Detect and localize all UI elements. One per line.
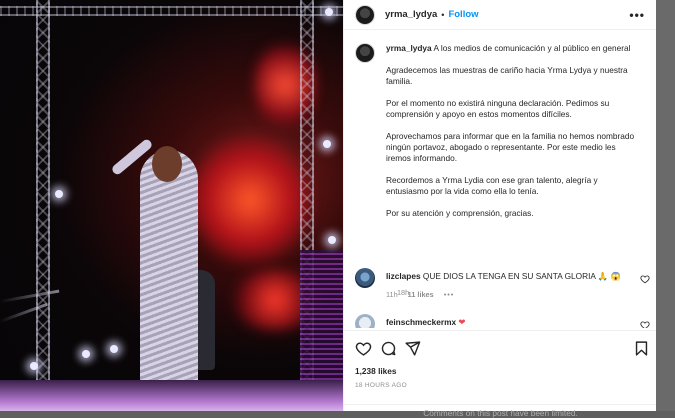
- caption-paragraph: Por su atención y comprensión, gracias.: [386, 208, 534, 218]
- post-header: yrma_lydya • Follow •••: [344, 0, 657, 30]
- caption-paragraph: Aprovechamos para informar que en la fam…: [386, 131, 635, 163]
- comment-text: feinschmeckermx ❤: [386, 317, 465, 327]
- caption-line: A los medios de comunicación y al públic…: [433, 43, 631, 53]
- follow-button[interactable]: Follow: [448, 9, 478, 20]
- avatar[interactable]: [355, 4, 375, 25]
- comment-likes[interactable]: 11 likes: [408, 290, 434, 299]
- heart-icon[interactable]: [640, 274, 650, 284]
- stage-flame-graphic: [190, 130, 310, 270]
- post-photo[interactable]: [0, 0, 343, 411]
- separator-dot: •: [441, 9, 445, 20]
- caption-avatar[interactable]: [355, 43, 375, 63]
- post-side-panel: yrma_lydya • Follow ••• yrma_lydya A los…: [343, 0, 657, 418]
- comment-body: QUE DIOS LA TENGA EN SU SANTA GLORIA 🙏 😱: [422, 271, 621, 281]
- caption-paragraph: Por el momento no existirá ninguna decla…: [386, 98, 610, 119]
- stage-truss-bar: [0, 6, 343, 16]
- avatar[interactable]: [355, 314, 375, 328]
- bookmark-icon[interactable]: [633, 340, 650, 357]
- stage-light: [325, 8, 333, 16]
- light-beam: [0, 289, 60, 303]
- heart-icon[interactable]: [640, 320, 650, 328]
- instagram-post-window: yrma_lydya • Follow ••• yrma_lydya A los…: [0, 0, 675, 418]
- comments-limited-notice: Comments on this post have been limited.: [344, 404, 657, 418]
- share-icon[interactable]: [404, 340, 421, 357]
- comment-username[interactable]: feinschmeckermx: [386, 317, 456, 327]
- header-username[interactable]: yrma_lydya: [385, 9, 437, 20]
- comment-meta: 11h 11 likes •••: [386, 290, 462, 299]
- post-timestamp[interactable]: 18 HOURS AGO: [355, 382, 407, 389]
- stage-light: [323, 140, 331, 148]
- caption-paragraph: yrma_lydya A los medios de comunicación …: [386, 43, 638, 54]
- comment-item: feinschmeckermx ❤: [355, 314, 650, 328]
- led-wall: [300, 250, 343, 400]
- stage-light: [55, 190, 63, 198]
- caption-paragraph: Recordemos a Yrma Lydia con ese gran tal…: [386, 175, 598, 196]
- stage-truss: [36, 0, 50, 411]
- likes-count[interactable]: 1,238 likes: [355, 366, 397, 376]
- comment-time[interactable]: 11h: [386, 290, 398, 299]
- comment-more-icon[interactable]: •••: [444, 290, 455, 299]
- comment-username[interactable]: lizclapes: [386, 271, 421, 281]
- stage-floor: [0, 380, 343, 411]
- heart-icon[interactable]: [355, 340, 372, 357]
- caption-paragraph: Agradecemos las muestras de cariño hacia…: [386, 65, 628, 86]
- comment-body: ❤: [458, 317, 466, 327]
- more-icon[interactable]: •••: [629, 8, 645, 22]
- stage-light: [82, 350, 90, 358]
- window-gutter: [656, 0, 675, 411]
- comment-icon[interactable]: [380, 340, 397, 357]
- singer-head: [152, 146, 182, 182]
- caption-username[interactable]: yrma_lydya: [386, 43, 432, 53]
- caption-text: yrma_lydya A los medios de comunicación …: [386, 43, 638, 230]
- post-actions: 1,238 likes 18 HOURS AGO Comments on thi…: [344, 330, 657, 418]
- singer-figure: [140, 150, 198, 400]
- stage-light: [30, 362, 38, 370]
- avatar[interactable]: [355, 268, 375, 288]
- comment-text: lizclapes QUE DIOS LA TENGA EN SU SANTA …: [386, 271, 621, 282]
- stage-light: [328, 236, 336, 244]
- stage-light: [110, 345, 118, 353]
